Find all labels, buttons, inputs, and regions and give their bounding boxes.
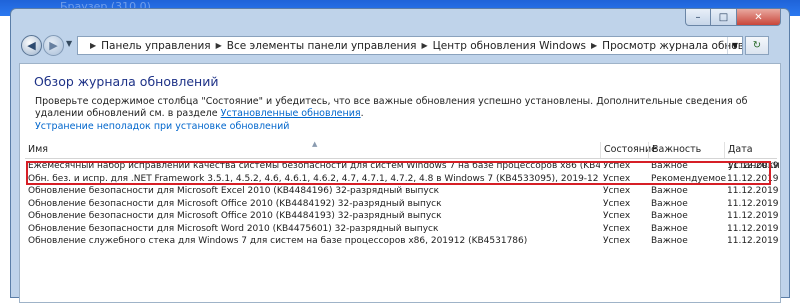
refresh-icon: ↻ [752, 40, 762, 51]
breadcrumb-control-panel[interactable]: Панель управления [101, 40, 210, 52]
breadcrumb-all-items[interactable]: Все элементы панели управления [227, 40, 417, 52]
forward-button[interactable]: ▶ [43, 35, 64, 56]
arrow-left-icon: ◀ [27, 39, 36, 52]
table-row[interactable]: Обновление служебного стека для Windows … [25, 235, 779, 248]
address-bar-end: ▼ [727, 37, 742, 54]
installed-updates-link[interactable]: Установленные обновления [221, 108, 361, 119]
description-end: . [360, 107, 364, 119]
navigation-bar: ◀ ▶ ▼ ▶ Панель управления ▶ Все элементы… [19, 35, 781, 57]
recent-pages-dropdown-icon[interactable]: ▼ [66, 39, 72, 48]
table-row[interactable]: Обновление безопасности для Microsoft Of… [25, 198, 779, 211]
close-button[interactable]: ✕ [737, 9, 781, 26]
breadcrumb-update-history[interactable]: Просмотр журнала обновлений [602, 40, 742, 52]
update-status: Успех [603, 173, 631, 184]
refresh-button[interactable]: ↻ [745, 36, 769, 55]
page-description: Проверьте содержимое столбца "Состояние"… [35, 96, 767, 119]
update-name: Обновление служебного стека для Windows … [28, 236, 528, 246]
back-button[interactable]: ◀ [21, 35, 42, 56]
column-header-importance[interactable]: Важность [648, 142, 724, 158]
column-header-date[interactable]: Дата установки [724, 142, 780, 171]
update-date: 11.12.2019 [727, 186, 779, 196]
update-name: Обновление безопасности для Microsoft Of… [28, 211, 442, 221]
caption-buttons: – □ ✕ [685, 9, 781, 28]
update-status: Успех [603, 236, 631, 246]
column-header-status[interactable]: Состояние [600, 142, 657, 158]
content-pane: Обзор журнала обновлений Проверьте содер… [19, 63, 781, 303]
table-row[interactable]: Обновление безопасности для Microsoft Of… [25, 210, 779, 223]
column-header-name[interactable]: Имя [25, 142, 600, 158]
minimize-button[interactable]: – [685, 9, 711, 26]
update-importance: Важное [651, 186, 688, 196]
table-row[interactable]: Ежемесячный набор исправлений качества с… [25, 160, 779, 173]
table-row[interactable]: Обновление безопасности для Microsoft Ex… [25, 185, 779, 198]
update-importance: Важное [651, 236, 688, 246]
troubleshoot-link[interactable]: Устранение неполадок при установке обнов… [35, 121, 289, 132]
update-status: Успех [603, 211, 631, 221]
page-title: Обзор журнала обновлений [34, 74, 219, 89]
update-status: Успех [603, 161, 631, 171]
update-status: Успех [603, 198, 631, 209]
update-name: Обновление безопасности для Microsoft Ex… [28, 186, 440, 196]
update-name: Обновление безопасности для Microsoft Of… [28, 198, 442, 209]
arrow-right-icon: ▶ [49, 39, 58, 52]
maximize-button[interactable]: □ [711, 9, 737, 26]
update-importance: Важное [651, 223, 688, 234]
update-importance: Важное [651, 161, 688, 171]
update-date: 11.12.2019 [727, 236, 779, 246]
table-header: ▲ Имя Состояние Важность Дата установки [25, 140, 780, 171]
breadcrumb-separator-icon[interactable]: ▶ [216, 41, 222, 50]
update-importance: Важное [651, 211, 688, 221]
update-importance: Рекомендуемое [651, 173, 727, 184]
table-row[interactable]: Обн. без. и испр. для .NET Framework 3.5… [25, 173, 779, 186]
update-date: 11.12.2019 [727, 223, 779, 234]
update-list: Ежемесячный набор исправлений качества с… [25, 160, 779, 248]
address-bar[interactable]: ▶ Панель управления ▶ Все элементы панел… [77, 36, 743, 55]
address-history-dropdown-icon[interactable]: ▼ [727, 37, 742, 54]
breadcrumb-separator-icon[interactable]: ▶ [422, 41, 428, 50]
breadcrumb-separator-icon[interactable]: ▶ [591, 41, 597, 50]
update-importance: Важное [651, 198, 688, 209]
update-status: Успех [603, 186, 631, 196]
description-text: Проверьте содержимое столбца "Состояние"… [35, 96, 748, 119]
table-row[interactable]: Обновление безопасности для Microsoft Wo… [25, 223, 779, 236]
update-name: Обновление безопасности для Microsoft Wo… [28, 223, 439, 234]
update-date: 11.12.2019 [727, 161, 779, 171]
update-date: 11.12.2019 [727, 211, 779, 221]
update-date: 11.12.2019 [727, 198, 779, 209]
update-name: Обн. без. и испр. для .NET Framework 3.5… [28, 173, 599, 184]
update-name: Ежемесячный набор исправлений качества с… [28, 161, 600, 171]
breadcrumb-windows-update[interactable]: Центр обновления Windows [433, 40, 586, 52]
control-panel-window: – □ ✕ ◀ ▶ ▼ ▶ Панель управления ▶ Все эл… [10, 8, 790, 303]
update-status: Успех [603, 223, 631, 234]
update-date: 11.12.2019 [727, 173, 779, 184]
breadcrumb-separator-icon[interactable]: ▶ [90, 41, 96, 50]
